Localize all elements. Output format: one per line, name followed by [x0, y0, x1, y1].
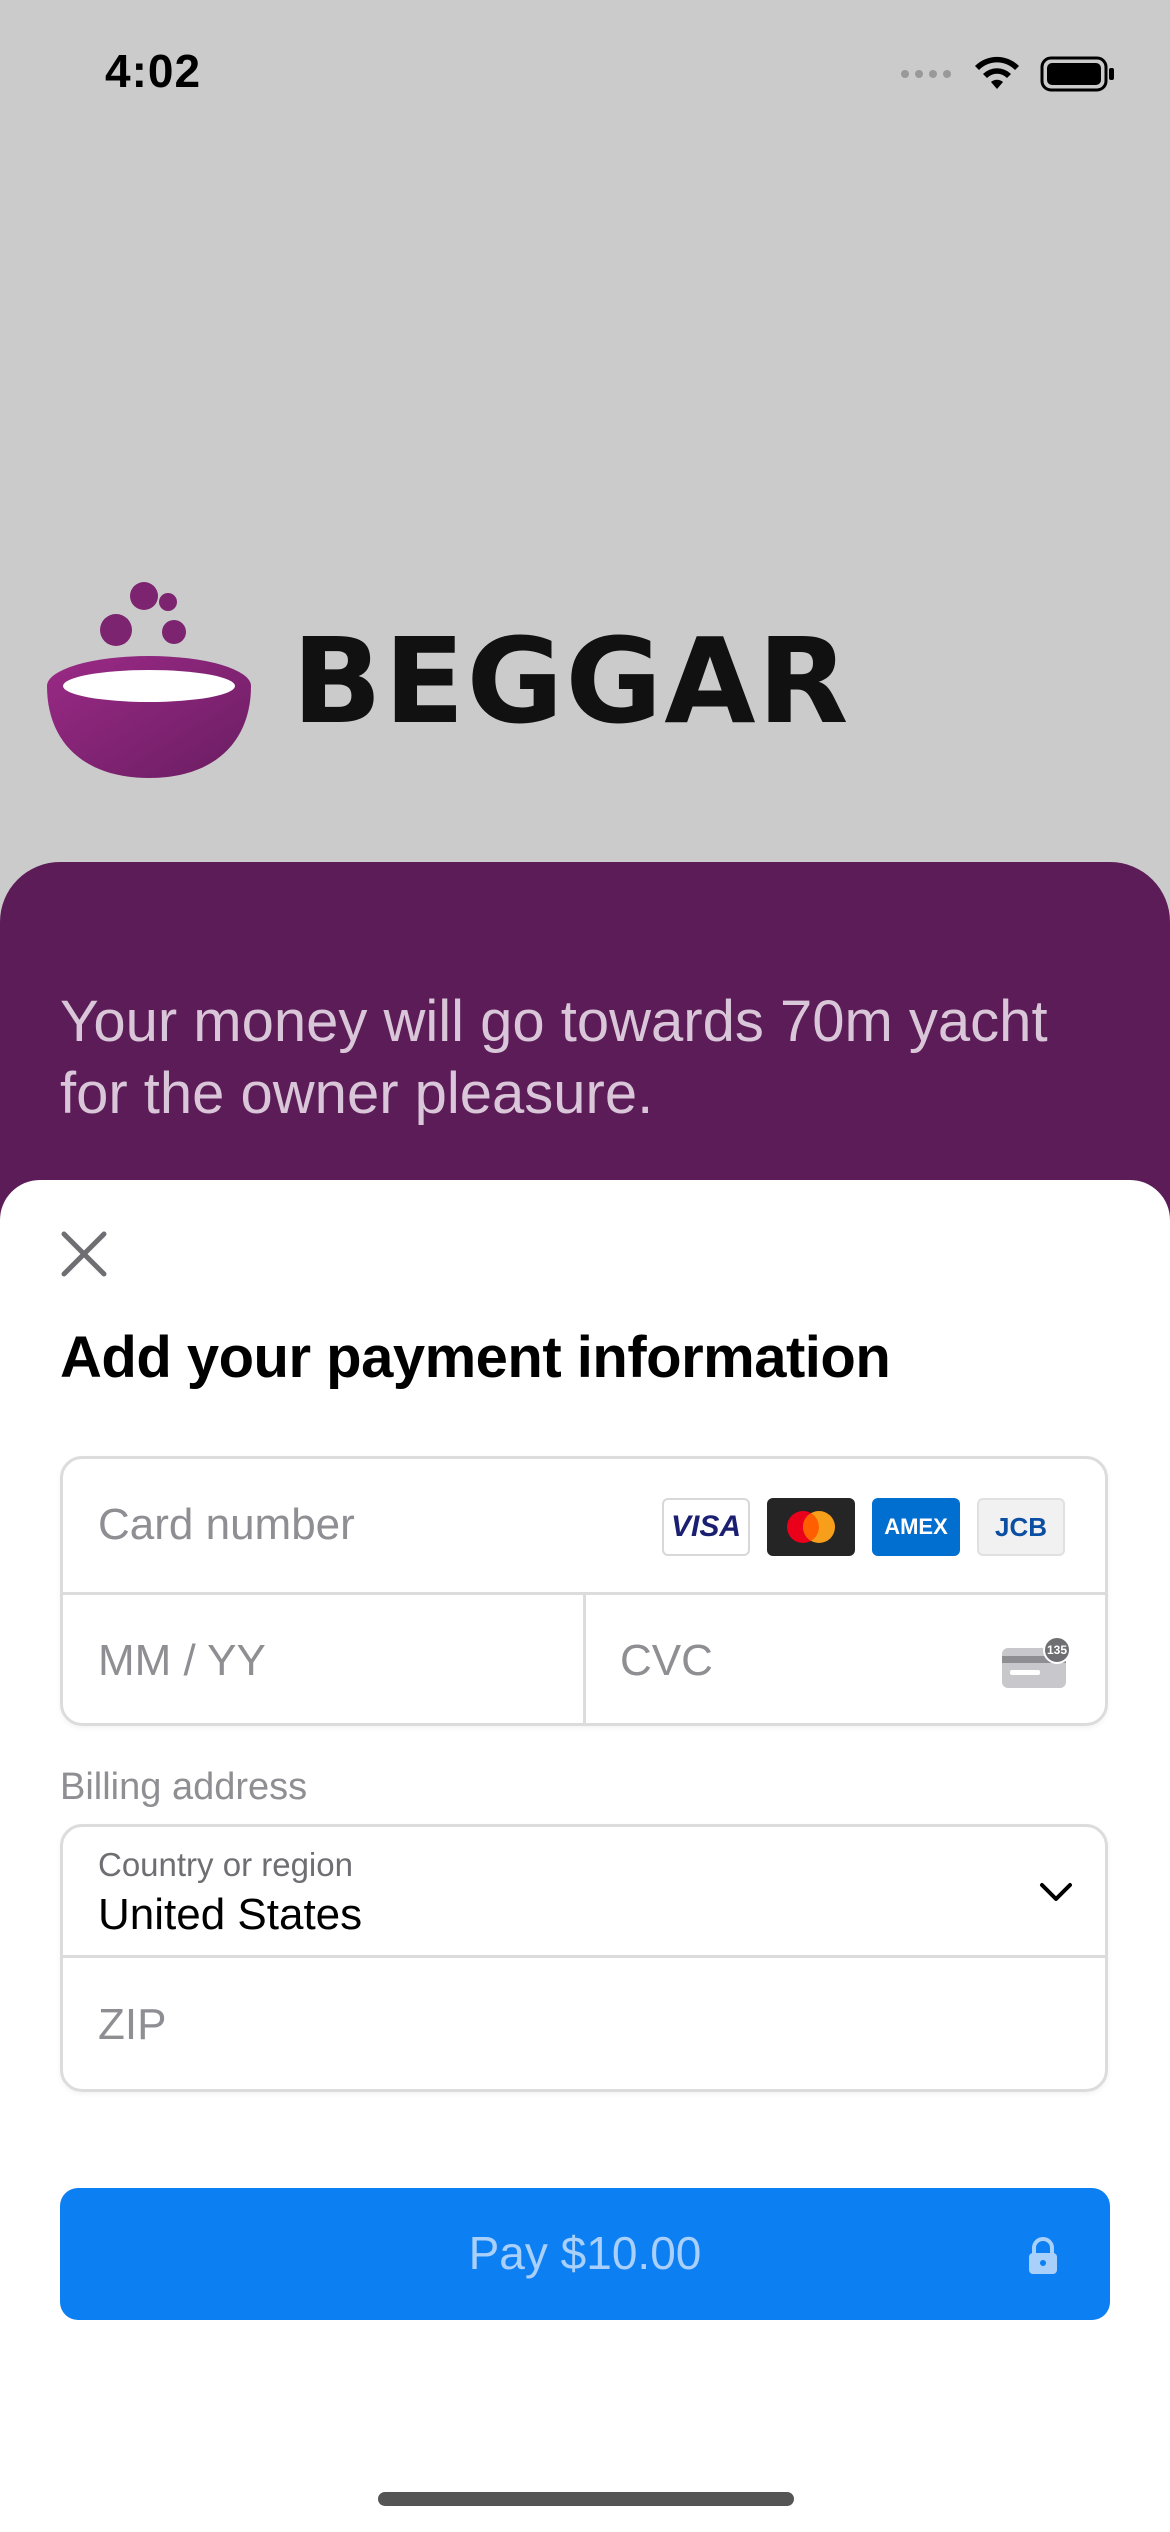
country-select[interactable]: United States [98, 1890, 362, 1940]
close-icon[interactable] [58, 1228, 110, 1280]
status-time: 4:02 [105, 45, 202, 97]
cellular-signal-icon [901, 70, 951, 78]
chevron-down-icon[interactable] [1036, 1872, 1076, 1912]
lock-icon [1029, 2237, 1057, 2274]
country-label: Country or region [98, 1846, 353, 1883]
divider [583, 1594, 586, 1724]
wifi-icon [975, 56, 1019, 89]
pay-button-label: Pay $10.00 [468, 2227, 702, 2279]
cvc-badge: 135 [1047, 1643, 1067, 1657]
banner-text: Your money will go towards 70m yacht for… [60, 989, 1048, 1126]
billing-address-label: Billing address [60, 1766, 308, 1808]
jcb-icon: JCB [977, 1498, 1065, 1556]
expiry-input[interactable]: MM / YY [98, 1636, 266, 1686]
zip-input[interactable]: ZIP [98, 2000, 166, 2050]
status-icons [900, 54, 1116, 94]
home-indicator [378, 2492, 794, 2506]
bowl-logo-icon [47, 582, 251, 778]
jcb-label: JCB [994, 1511, 1047, 1542]
battery-icon [1040, 56, 1114, 92]
mastercard-icon [767, 1498, 855, 1556]
amex-icon: AMEX [872, 1498, 960, 1556]
sheet-title: Add your payment information [60, 1325, 891, 1390]
card-number-input[interactable]: Card number [98, 1500, 355, 1550]
visa-icon: VISA [662, 1498, 750, 1556]
cvc-card-icon: 135 [1002, 1636, 1071, 1688]
divider [62, 1955, 1106, 1958]
cvc-input[interactable]: CVC [620, 1636, 713, 1686]
beggar-logo: BEGGAR [44, 582, 850, 780]
logo-text: BEGGAR [292, 612, 851, 750]
